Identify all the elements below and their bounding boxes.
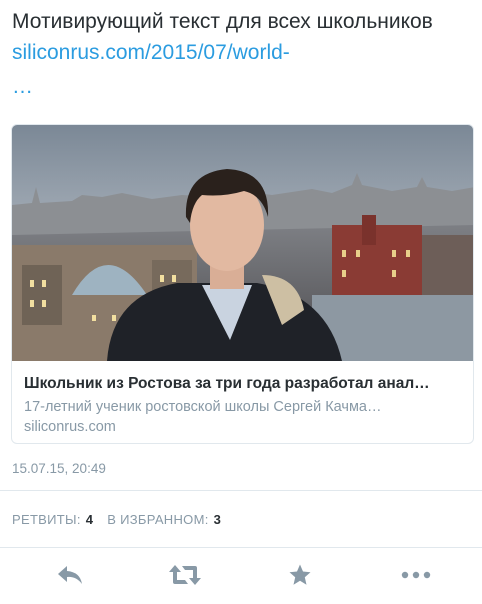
tweet-actions (0, 555, 482, 595)
card-domain: siliconrus.com (24, 419, 116, 435)
divider (0, 490, 482, 491)
retweets-count[interactable]: 4 (86, 512, 94, 527)
tweet-link[interactable]: siliconrus.com/2015/07/world- (12, 41, 290, 64)
card-title[interactable]: Школьник из Ростова за три года разработ… (24, 375, 464, 393)
favorite-button[interactable] (283, 559, 317, 591)
tweet-stats: РЕТВИТЫ: 4 В ИЗБРАННОМ: 3 (12, 512, 231, 527)
card-description: 17-летний ученик ростовской школы Сергей… (24, 399, 382, 415)
retweet-button[interactable] (168, 559, 202, 591)
favorites-count[interactable]: 3 (214, 512, 222, 527)
more-button[interactable] (399, 559, 433, 591)
more-icon (401, 571, 431, 579)
card-image (12, 125, 473, 361)
tweet-link-ellipsis[interactable]: … (12, 74, 36, 100)
retweet-icon (169, 565, 201, 585)
reply-icon (58, 566, 82, 584)
reply-button[interactable] (53, 559, 87, 591)
tweet-text: Мотивирующий текст для всех школьников s… (12, 6, 474, 68)
retweets-label[interactable]: РЕТВИТЫ: (12, 512, 81, 527)
divider (0, 547, 482, 548)
tweet-timestamp: 15.07.15, 20:49 (12, 461, 106, 476)
tweet-body: Мотивирующий текст для всех школьников (12, 10, 433, 33)
link-preview-card[interactable]: Школьник из Ростова за три года разработ… (11, 124, 474, 444)
favorites-label[interactable]: В ИЗБРАННОМ: (107, 512, 208, 527)
favorite-star-icon (289, 564, 311, 585)
